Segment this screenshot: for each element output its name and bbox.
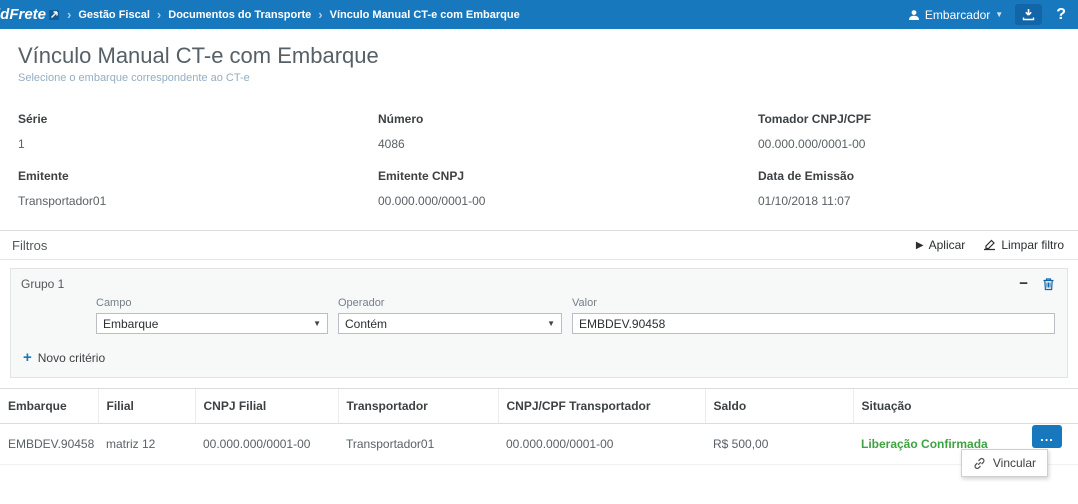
cell-embarque: EMBDEV.90458 [0, 424, 98, 465]
column-header-cnpj-transportador: CNPJ/CPF Transportador [498, 389, 705, 424]
field-tomador-value: 00.000.000/0001-00 [758, 137, 1078, 151]
vincular-label: Vincular [993, 456, 1036, 470]
app-logo[interactable]: ldFrete [0, 6, 67, 23]
row-actions-button[interactable]: ... [1032, 425, 1062, 448]
eraser-icon [983, 239, 996, 251]
vincular-menu-item[interactable]: Vincular [961, 449, 1048, 477]
dropdown-arrow-icon: ▼ [313, 319, 321, 328]
column-header-saldo: Saldo [705, 389, 853, 424]
field-emitente: Emitente Transportador01 [18, 169, 378, 208]
logo-flag-icon [49, 9, 61, 21]
field-numero: Número 4086 [378, 112, 758, 151]
operador-select[interactable]: Contém ▼ [338, 313, 562, 334]
field-serie: Série 1 [18, 112, 378, 151]
chevron-right-icon: › [318, 7, 322, 22]
field-serie-value: 1 [18, 137, 378, 151]
ellipsis-icon: ... [1040, 429, 1054, 444]
cell-cnpj-transportador: 00.000.000/0001-00 [498, 424, 705, 465]
chevron-down-icon: ▼ [995, 10, 1003, 19]
cell-filial: matriz 12 [98, 424, 195, 465]
cell-cnpj-filial: 00.000.000/0001-00 [195, 424, 338, 465]
results-table-area: Embarque Filial CNPJ Filial Transportado… [0, 388, 1078, 465]
field-emitente-label: Emitente [18, 169, 378, 183]
campo-label: Campo [96, 297, 328, 309]
new-criteria-button[interactable]: + Novo critério [11, 334, 1067, 377]
apply-filter-button[interactable]: ▶ Aplicar [916, 238, 965, 252]
field-serie-label: Série [18, 112, 378, 126]
top-navigation-bar: ldFrete › Gestão Fiscal › Documentos do … [0, 0, 1078, 29]
column-header-situacao: Situação [853, 389, 1078, 424]
operador-field: Operador Contém ▼ [338, 297, 562, 334]
column-header-cnpj-filial: CNPJ Filial [195, 389, 338, 424]
filters-title: Filtros [12, 238, 47, 253]
apply-filter-label: Aplicar [929, 238, 966, 252]
table-row[interactable]: EMBDEV.90458 matriz 12 00.000.000/0001-0… [0, 424, 1078, 465]
topbar-actions: Embarcador ▼ ? [908, 4, 1068, 25]
results-table: Embarque Filial CNPJ Filial Transportado… [0, 388, 1078, 465]
new-criteria-label: Novo critério [38, 351, 105, 365]
valor-label: Valor [572, 297, 1055, 309]
clear-filter-label: Limpar filtro [1001, 238, 1064, 252]
field-emitente-cnpj-value: 00.000.000/0001-00 [378, 194, 758, 208]
filters-actions: ▶ Aplicar Limpar filtro [916, 238, 1064, 252]
field-tomador-label: Tomador CNPJ/CPF [758, 112, 1078, 126]
play-icon: ▶ [916, 240, 924, 251]
chevron-right-icon: › [67, 7, 71, 22]
page-title: Vínculo Manual CT-e com Embarque [18, 43, 1078, 69]
column-header-transportador: Transportador [338, 389, 498, 424]
chevron-right-icon: › [157, 7, 161, 22]
breadcrumb: › Gestão Fiscal › Documentos do Transpor… [67, 7, 520, 22]
filter-group-header: Grupo 1 − [11, 269, 1067, 295]
table-header-row: Embarque Filial CNPJ Filial Transportado… [0, 389, 1078, 424]
dropdown-arrow-icon: ▼ [547, 319, 555, 328]
help-question-icon: ? [1056, 6, 1066, 23]
user-menu-button[interactable]: Embarcador ▼ [908, 8, 1003, 22]
download-icon [1022, 8, 1035, 21]
field-data-emissao: Data de Emissão 01/10/2018 11:07 [758, 169, 1078, 208]
user-icon [908, 9, 920, 21]
breadcrumb-item-vinculo-manual[interactable]: Vínculo Manual CT-e com Embarque [330, 9, 520, 21]
valor-field: Valor [572, 297, 1055, 334]
app-logo-text: ldFrete [0, 6, 46, 23]
campo-select[interactable]: Embarque ▼ [96, 313, 328, 334]
link-icon [973, 457, 986, 470]
trash-icon [1042, 277, 1055, 291]
field-emitente-cnpj: Emitente CNPJ 00.000.000/0001-00 [378, 169, 758, 208]
clear-filter-button[interactable]: Limpar filtro [983, 238, 1064, 252]
user-menu-label: Embarcador [925, 8, 990, 22]
operador-label: Operador [338, 297, 562, 309]
filter-group-title: Grupo 1 [21, 277, 64, 291]
field-tomador: Tomador CNPJ/CPF 00.000.000/0001-00 [758, 112, 1078, 151]
field-numero-label: Número [378, 112, 758, 126]
campo-field: Campo Embarque ▼ [96, 297, 328, 334]
filter-group-tools: − [1019, 276, 1055, 291]
filters-bar: Filtros ▶ Aplicar Limpar filtro [0, 230, 1078, 260]
collapse-group-button[interactable]: − [1019, 276, 1028, 291]
breadcrumb-item-gestao-fiscal[interactable]: Gestão Fiscal [78, 9, 150, 21]
filter-group-panel: Grupo 1 − Campo Embarque ▼ Operador Cont… [10, 268, 1068, 378]
valor-input[interactable] [572, 313, 1055, 334]
help-button[interactable]: ? [1054, 6, 1068, 24]
field-data-emissao-label: Data de Emissão [758, 169, 1078, 183]
cell-saldo: R$ 500,00 [705, 424, 853, 465]
operador-select-value: Contém [345, 317, 387, 331]
cte-details: Série 1 Número 4086 Tomador CNPJ/CPF 00.… [0, 112, 1078, 226]
field-numero-value: 4086 [378, 137, 758, 151]
page-subtitle: Selecione o embarque correspondente ao C… [18, 72, 1078, 84]
cell-transportador: Transportador01 [338, 424, 498, 465]
plus-icon: + [23, 350, 32, 365]
campo-select-value: Embarque [103, 317, 158, 331]
field-emitente-value: Transportador01 [18, 194, 378, 208]
filter-criteria-row: Campo Embarque ▼ Operador Contém ▼ Valor [11, 295, 1067, 334]
minus-icon: − [1019, 275, 1028, 292]
breadcrumb-item-documentos-transporte[interactable]: Documentos do Transporte [168, 9, 311, 21]
column-header-embarque: Embarque [0, 389, 98, 424]
delete-group-button[interactable] [1042, 277, 1055, 291]
field-emitente-cnpj-label: Emitente CNPJ [378, 169, 758, 183]
field-data-emissao-value: 01/10/2018 11:07 [758, 194, 1078, 208]
download-button[interactable] [1015, 4, 1042, 25]
column-header-filial: Filial [98, 389, 195, 424]
